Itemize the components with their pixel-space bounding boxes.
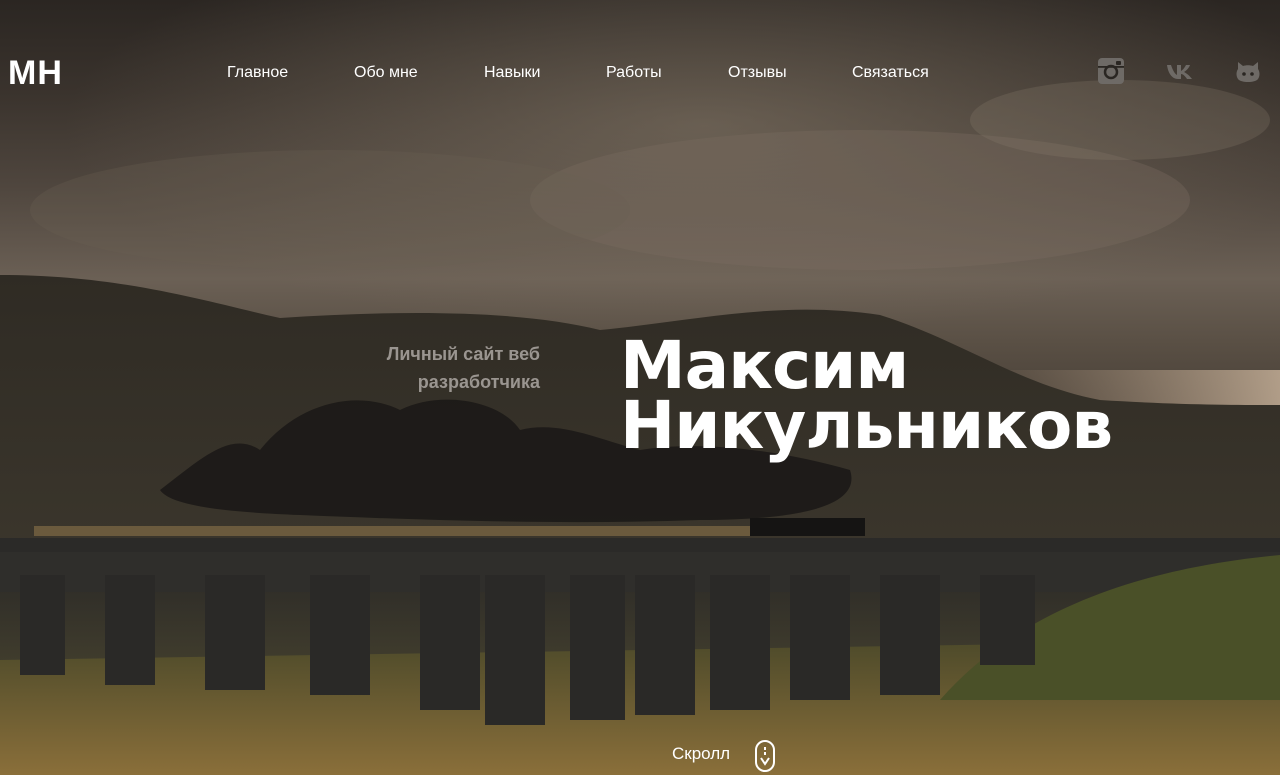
nav-item-reviews[interactable]: Отзывы (728, 64, 787, 82)
hero-subtitle-line-1: Личный сайт веб (386, 344, 540, 364)
instagram-icon[interactable] (1097, 57, 1125, 85)
site-header: МН Главное Обо мне Навыки Работы Отзывы … (0, 0, 1280, 150)
hero-name-last: Никульников (620, 387, 1113, 464)
nav-item-contact[interactable]: Связаться (852, 64, 929, 82)
vk-icon[interactable] (1166, 57, 1194, 85)
nav-item-main[interactable]: Главное (227, 64, 288, 82)
site-logo[interactable]: МН (8, 54, 63, 93)
github-icon[interactable] (1234, 57, 1262, 85)
hero-section: МН Главное Обо мне Навыки Работы Отзывы … (0, 0, 1280, 775)
mouse-scroll-icon (755, 740, 775, 772)
scroll-label: Скролл (672, 744, 731, 763)
hero-name: Максим Никульников (620, 333, 1260, 464)
nav-item-skills[interactable]: Навыки (484, 64, 540, 82)
hero-subtitle-line-2: разработчика (417, 372, 540, 392)
nav-item-works[interactable]: Работы (606, 64, 662, 82)
nav-item-about[interactable]: Обо мне (354, 64, 418, 82)
hero-subtitle: Личный сайт веб разработчика (340, 340, 540, 396)
